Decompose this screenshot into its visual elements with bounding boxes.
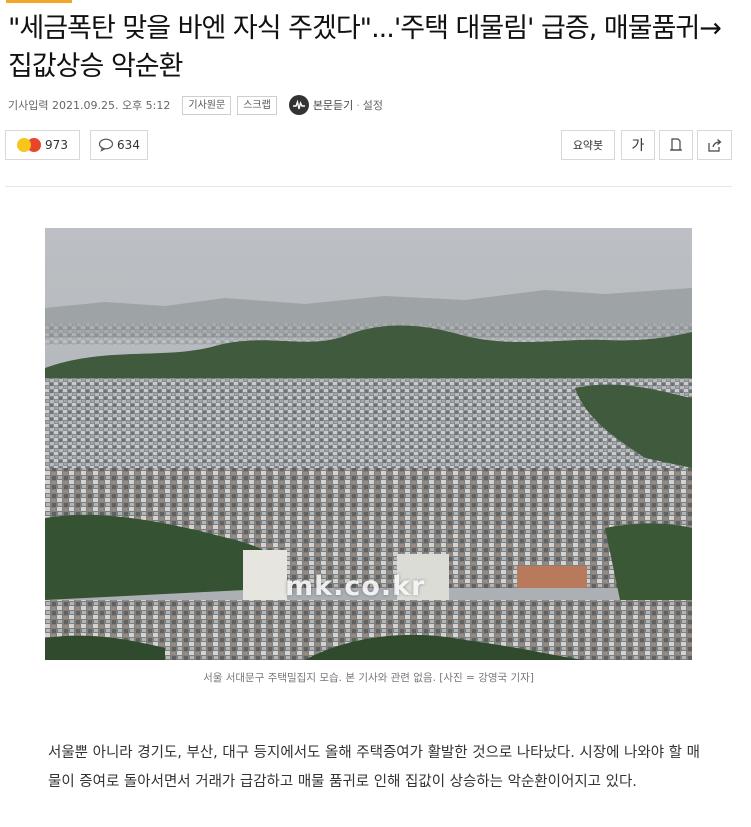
article-meta: 기사입력 2021.09.25. 오후 5:12 기사원문 스크랩 본문듣기 ·… [8, 94, 383, 116]
reaction-button[interactable]: 973 [5, 130, 80, 160]
photo-watermark: mk.co.kr [285, 571, 426, 602]
speech-bubble-icon [98, 138, 114, 152]
listen-label: 본문듣기 [312, 99, 354, 112]
reaction-count: 973 [45, 138, 68, 152]
article-body: 서울뿐 아니라 경기도, 부산, 대구 등지에서도 올해 주택증여가 활발한 것… [48, 739, 708, 797]
scrap-button[interactable]: 스크랩 [237, 95, 277, 115]
header-divider [5, 186, 732, 187]
comment-count: 634 [117, 138, 140, 152]
body-paragraph: 서울뿐 아니라 경기도, 부산, 대구 등지에서도 올해 주택증여가 활발한 것… [48, 745, 700, 790]
top-accent-bar [6, 0, 72, 3]
article-photo: mk.co.kr [45, 228, 692, 660]
share-button[interactable] [697, 130, 732, 160]
smile-emoji-icon [17, 138, 32, 152]
print-button[interactable] [659, 130, 693, 160]
article-headline: "세금폭탄 맞을 바엔 자식 주겠다"...'주택 대물림' 급증, 매물품귀→… [8, 13, 722, 82]
publish-date: 기사입력 2021.09.25. 오후 5:12 [8, 99, 171, 112]
font-size-button[interactable]: 가 [621, 130, 655, 160]
listen-button[interactable]: 본문듣기 [288, 95, 354, 115]
photo-caption: 서울 서대문구 주택밀집지 모습. 본 기사와 관련 없음. [사진 = 강영국… [203, 672, 534, 684]
original-article-button[interactable]: 기사원문 [182, 95, 232, 115]
meta-separator: · [356, 98, 360, 112]
summary-bot-button[interactable]: 요약봇 [561, 130, 615, 160]
print-icon [670, 138, 682, 151]
comment-button[interactable]: 634 [90, 130, 148, 160]
article-action-bar: 973 634 요약봇 가 [5, 130, 732, 162]
settings-link[interactable]: 설정 [363, 97, 383, 113]
share-icon [708, 139, 722, 152]
audio-wave-icon [288, 95, 309, 115]
